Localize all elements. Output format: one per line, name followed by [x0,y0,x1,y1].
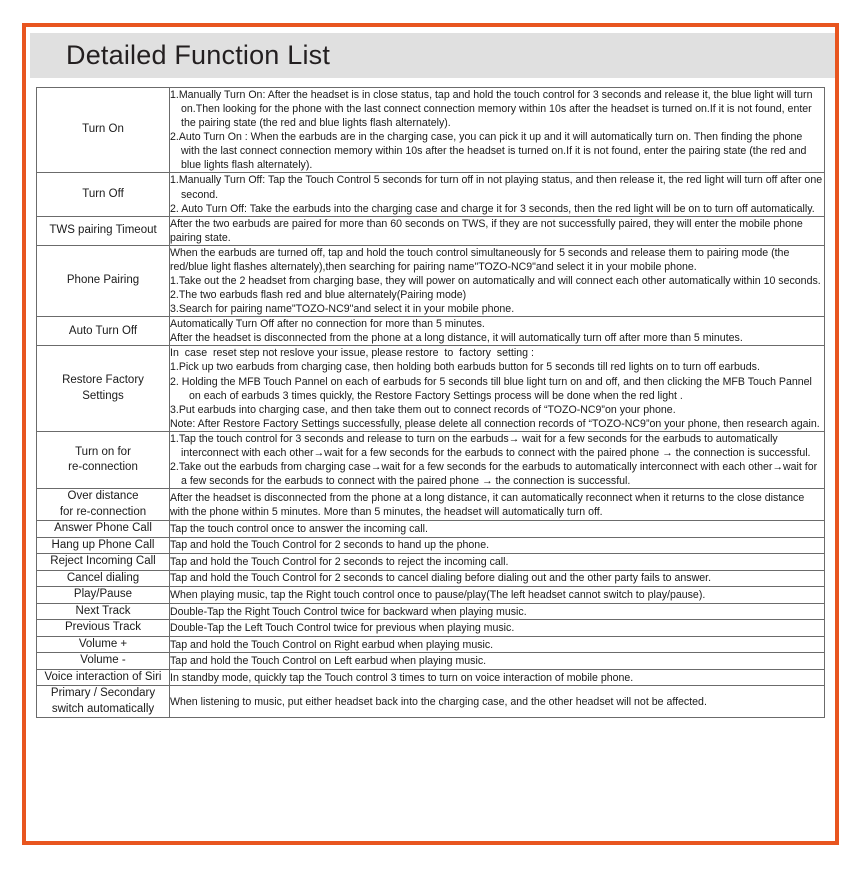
table-row: Voice interaction of Siri In standby mode… [36,668,825,687]
description-line: Automatically Turn Off after no connecti… [170,318,485,331]
table-row: Play/Pause When playing music, tap the Ri… [36,586,825,604]
description-line: Tap and hold the Touch Control for 2 sec… [170,555,509,568]
description-line: Double-Tap the Right Touch Control twice… [170,605,527,618]
description-line: Note: After Restore Factory Settings suc… [170,417,820,430]
description-line: After the headset is disconnected from t… [170,491,808,518]
function-description-cell: Double-Tap the Right Touch Control twice… [169,602,825,621]
description-line: After the two earbuds are paired for mor… [170,217,806,244]
table-row: Turn Off 1.Manually Turn Off: Tap the Tou… [36,172,826,217]
function-name-cell: Turn On [36,86,170,174]
description-line: 1.Manually Turn Off: Tap the Touch Contr… [170,174,826,201]
table-row: Next Track Double-Tap the Right Touch Con… [36,602,825,621]
function-name-cell: Turn Off [36,172,170,217]
function-name-cell: Auto Turn Off [36,316,170,347]
function-description-cell: Automatically Turn Off after no connecti… [169,316,825,347]
table-row: Previous Track Double-Tap the Left Touch … [36,619,825,637]
description-line: Tap and hold the Touch Control on Right … [170,638,494,651]
description-line: 2.The two earbuds flash red and blue alt… [170,289,467,302]
description-line: Tap and hold the Touch Control for 2 sec… [170,539,490,552]
table-row: Restore Factory Settings In case reset st… [36,345,825,432]
description-line: After the headset is disconnected from t… [170,332,743,345]
description-line: Double-Tap the Left Touch Control twice … [170,622,515,635]
function-description-cell: When listening to music, put either head… [169,685,825,719]
function-description-cell: 1.Tap the touch control for 3 seconds an… [169,430,825,490]
function-name-cell: Answer Phone Call [36,520,170,538]
description-line: 2. Holding the MFB Touch Pannel on each … [170,375,815,402]
function-name-cell: Next Track [36,602,170,621]
description-line: When playing music, tap the Right touch … [170,589,706,601]
function-description-cell: 1.Manually Turn On: After the headset is… [169,86,825,174]
function-name-cell: Play/Pause [36,586,170,604]
description-line: 2.Auto Turn On : When the earbuds are in… [170,131,810,172]
table-row: Primary / Secondary switch automatically… [36,685,825,719]
function-description-cell: Tap and hold the Touch Control for 2 sec… [169,536,825,555]
function-name-cell: Over distance for re-connection [36,488,170,522]
description-line: In standby mode, quickly tap the Touch c… [170,671,634,684]
function-name-cell: Hang up Phone Call [36,536,170,555]
function-name-cell: Reject Incoming Call [36,553,170,571]
description-line: Tap and hold the Touch Control on Left e… [170,655,487,668]
function-name-cell: TWS pairing Timeout [36,215,170,246]
function-table-body: Turn On 1.Manually Turn On: After the hea… [36,86,826,719]
description-line: 1.Tap the touch control for 3 seconds an… [170,432,811,459]
description-line: In case reset step not reslove your issu… [170,347,534,360]
function-name-cell: Volume + [36,635,170,654]
table-row: Answer Phone Call Tap the touch control o… [36,520,825,538]
description-line: 1.Take out the 2 headset from charging b… [170,275,821,288]
table-row: Volume - Tap and hold the Touch Control o… [36,652,825,670]
description-line: When listening to music, put either head… [170,695,707,708]
description-line: 2. Auto Turn Off: Take the earbuds into … [170,202,815,215]
description-line: 3.Search for pairing name"TOZO-NC9"and s… [170,303,515,316]
description-line: 1.Manually Turn On: After the headset is… [170,89,816,130]
table-row: Turn On 1.Manually Turn On: After the hea… [36,86,825,174]
table-row: Turn on for re-connection 1.Tap the touch… [36,430,825,490]
description-line: 2.Take out the earbuds from charging cas… [170,461,821,488]
function-description-cell: After the headset is disconnected from t… [169,488,825,522]
table-row: Volume + Tap and hold the Touch Control o… [36,635,825,654]
page-title: Detailed Function List [66,40,331,70]
function-description-cell: Tap and hold the Touch Control for 2 sec… [169,569,825,588]
function-description-cell: After the two earbuds are paired for mor… [169,215,825,246]
table-row: Over distance for re-connection After the… [36,488,825,522]
function-description-cell: When playing music, tap the Right touch … [169,586,825,604]
function-description-cell: 1.Manually Turn Off: Tap the Touch Contr… [169,172,826,217]
function-description-cell: In standby mode, quickly tap the Touch c… [169,668,825,687]
function-description-cell: Tap and hold the Touch Control for 2 sec… [169,553,825,571]
table-row: Hang up Phone Call Tap and hold the Touch… [36,536,825,555]
function-name-cell: Previous Track [36,619,170,637]
table-row: Reject Incoming Call Tap and hold the Tou… [36,553,825,571]
table-row: Cancel dialing Tap and hold the Touch Con… [36,569,825,588]
function-name-cell: Turn on for re-connection [36,430,170,490]
title-band: Detailed Function List [30,33,835,78]
description-line: 1.Pick up two earbuds from charging case… [170,361,760,374]
function-description-cell: Double-Tap the Left Touch Control twice … [169,619,825,637]
description-line: When the earbuds are turned off, tap and… [170,246,793,273]
function-name-cell: Restore Factory Settings [36,345,170,432]
description-line: 3.Put earbuds into charging case, and th… [170,403,676,416]
table-row: Phone Pairing When the earbuds are turned… [36,244,825,318]
function-description-cell: When the earbuds are turned off, tap and… [169,244,825,318]
function-name-cell: Cancel dialing [36,569,170,588]
detailed-function-table: Turn On 1.Manually Turn On: After the hea… [36,86,826,719]
function-description-cell: Tap the touch control once to answer the… [169,520,825,538]
table-row: TWS pairing Timeout After the two earbuds… [36,215,825,246]
description-line: Tap and hold the Touch Control for 2 sec… [170,572,712,585]
function-description-cell: In case reset step not reslove your issu… [169,345,825,432]
function-name-cell: Volume - [36,652,170,670]
function-name-cell: Phone Pairing [36,244,170,318]
function-name-cell: Primary / Secondary switch automatically [36,685,170,719]
table-row: Auto Turn Off Automatically Turn Off afte… [36,316,825,347]
description-line: Tap the touch control once to answer the… [170,522,428,535]
function-description-cell: Tap and hold the Touch Control on Right … [169,635,825,654]
function-description-cell: Tap and hold the Touch Control on Left e… [169,652,825,670]
function-name-cell: Voice interaction of Siri [36,668,170,687]
